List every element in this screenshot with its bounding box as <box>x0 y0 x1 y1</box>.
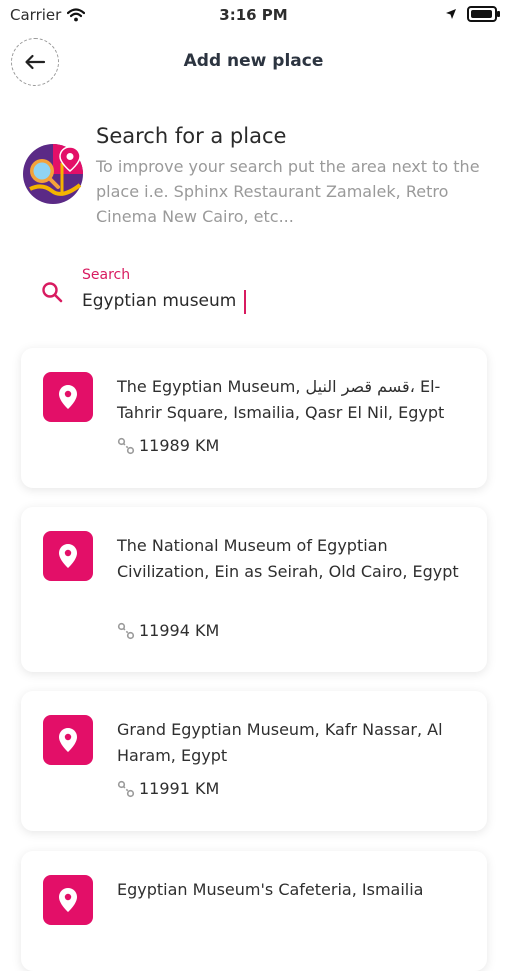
route-icon <box>117 437 135 454</box>
page-title: Add new place <box>183 51 324 71</box>
map-search-illustration-icon <box>23 144 83 204</box>
result-name: The National Museum of Egyptian Civiliza… <box>117 536 459 581</box>
text-caret <box>244 290 246 314</box>
result-card[interactable]: Grand Egyptian Museum, Kafr Nassar, Al H… <box>21 691 487 831</box>
hero-title: Search for a place <box>96 124 287 148</box>
result-card[interactable]: The National Museum of Egyptian Civiliza… <box>21 507 487 672</box>
distance-value: 11994 KM <box>139 621 220 640</box>
distance-row: 11989 KM <box>117 436 219 455</box>
result-name: The Egyptian Museum, قسم قصر النيل، El-T… <box>117 377 445 422</box>
distance-row: 11994 KM <box>117 621 219 640</box>
status-bar: Carrier 3:16 PM <box>0 0 507 30</box>
battery-icon <box>467 6 500 22</box>
distance-value: 11991 KM <box>139 779 220 798</box>
route-icon <box>117 622 135 639</box>
route-icon <box>117 780 135 797</box>
location-pin-icon <box>43 372 93 422</box>
search-label: Search <box>82 267 131 283</box>
location-pin-icon <box>43 875 93 925</box>
location-pin-icon <box>43 531 93 581</box>
hero-description: To improve your search put the area next… <box>96 157 480 226</box>
distance-row: 11991 KM <box>117 779 219 798</box>
status-time: 3:16 PM <box>219 6 288 24</box>
result-name: Grand Egyptian Museum, Kafr Nassar, Al H… <box>117 720 443 765</box>
search-icon[interactable] <box>40 280 64 304</box>
search-input[interactable] <box>82 288 412 314</box>
distance-value: 11989 KM <box>139 436 220 455</box>
location-pin-icon <box>43 715 93 765</box>
status-right <box>445 6 500 22</box>
location-arrow-icon <box>446 9 456 19</box>
result-card[interactable]: Egyptian Museum's Cafeteria, Ismailia <box>21 851 487 971</box>
result-name: Egyptian Museum's Cafeteria, Ismailia <box>117 880 424 899</box>
result-card[interactable]: The Egyptian Museum, قسم قصر النيل، El-T… <box>21 348 487 488</box>
